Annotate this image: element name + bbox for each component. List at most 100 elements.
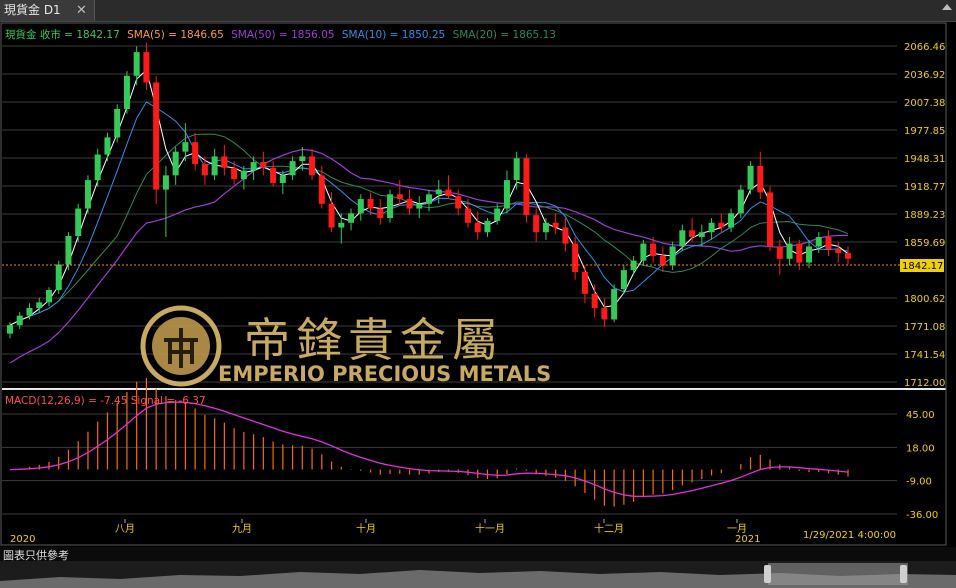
time-tick-label: 十月 [356, 522, 376, 535]
candle-body [474, 222, 481, 233]
candle-body [503, 180, 510, 209]
tab-title: 現貨金 D1 [4, 3, 61, 17]
candle-body [416, 203, 423, 209]
candle-body [84, 180, 91, 209]
current-price-label: 1842.17 [902, 261, 943, 272]
logo-english-name: EMPERIO PRECIOUS METALS [218, 362, 551, 386]
macd-tick-label: 45.00 [906, 410, 935, 421]
candle-body [581, 272, 588, 294]
candle-body [211, 156, 218, 176]
candle-body [757, 165, 764, 193]
price-tick-label: 1800.62 [904, 294, 945, 305]
candle-body [426, 194, 432, 204]
candle-body [396, 194, 403, 200]
candle-body [309, 156, 316, 176]
price-tick-label: 1948.31 [904, 154, 945, 165]
candle-body [387, 194, 394, 219]
candle-body [659, 255, 666, 266]
candle-body [445, 189, 452, 197]
candle-body [114, 108, 121, 138]
candle-body [552, 222, 559, 228]
candle-body [231, 167, 238, 180]
candle-body [835, 249, 842, 254]
candle-body [845, 253, 851, 259]
candle-body [669, 246, 676, 266]
candle-body [406, 199, 413, 209]
price-chart[interactable]: 帝鋒貴金屬 EMPERIO PRECIOUS METALS 1842.17 20… [0, 22, 956, 547]
macd-tick-label: -36.00 [906, 510, 938, 521]
legend-sma5-value: 1846.65 [180, 29, 223, 41]
signal-label: Signal [131, 395, 163, 407]
candle-body [601, 308, 608, 320]
legend-close-eq: = [61, 29, 76, 41]
candle-body [708, 222, 715, 233]
candle-body [270, 167, 277, 183]
candle-body [279, 175, 286, 183]
candle-body [182, 142, 189, 152]
candle-body [16, 315, 23, 326]
tab-chart-spot-gold[interactable]: 現貨金 D1 ✕ [0, 0, 95, 21]
candle-body [620, 270, 627, 290]
candle-body [737, 189, 744, 214]
legend-sma50-eq: = [276, 29, 291, 41]
candle-body [494, 208, 501, 221]
candle-body [572, 243, 579, 273]
candle-body [591, 293, 598, 309]
candle-body [45, 290, 52, 303]
time-tick-label: 九月 [232, 523, 252, 535]
candle-body [133, 52, 140, 76]
legend-close-value: 1842.17 [76, 29, 119, 41]
macd-tick-label: 18.00 [906, 443, 935, 454]
chart-legend: 現貨金 收市 = 1842.17 SMA(5) = 1846.65 SMA(50… [5, 28, 556, 41]
legend-sma50-value: 1856.05 [291, 29, 334, 41]
candle-body [679, 230, 686, 247]
scroll-up-icon[interactable] [942, 4, 952, 10]
candle-body [806, 246, 813, 263]
candle-body [357, 199, 364, 214]
candle-body [75, 208, 82, 237]
time-tick-label: 1/29/2021 4:00:00 [803, 530, 896, 541]
candle-body [367, 199, 374, 209]
candle-body [825, 236, 832, 250]
price-tick-label: 1918.77 [904, 182, 945, 193]
candle-body [718, 222, 725, 228]
legend-sma5-eq: = [165, 29, 180, 41]
time-tick-label: 十二月 [594, 522, 624, 535]
chart-navigator[interactable] [0, 561, 956, 588]
candle-body [299, 156, 306, 162]
time-tick-label: 八月 [115, 523, 135, 535]
navigator-right-handle[interactable] [900, 565, 907, 583]
candle-body [484, 220, 491, 233]
navigator-left-handle[interactable] [764, 565, 771, 583]
legend-close-label: 現貨金 收市 [5, 28, 61, 41]
candle-body [562, 227, 569, 244]
candle-body [123, 75, 130, 109]
candle-body [221, 156, 228, 168]
candle-body [455, 196, 462, 209]
price-tick-label: 2066.46 [904, 42, 945, 53]
candle-body [201, 163, 208, 176]
legend-sma20-label: SMA(20) [453, 29, 497, 41]
legend-sma10-value: 1850.25 [402, 29, 445, 41]
candle-body [348, 213, 355, 223]
price-tick-label: 1977.85 [904, 126, 945, 137]
time-tick-label: 2020 [10, 534, 35, 545]
candle-body [192, 142, 199, 164]
macd-label: MACD(12,26,9) [5, 395, 85, 407]
candle-body [65, 236, 72, 265]
price-tick-label: 1712.00 [904, 378, 945, 389]
candle-body [640, 243, 647, 261]
price-tick-label: 1741.54 [904, 350, 945, 361]
time-tick-label: 2021 [735, 534, 760, 545]
candle-body [328, 203, 335, 228]
candle-body [377, 208, 384, 219]
close-icon[interactable]: ✕ [76, 0, 87, 21]
candle-body [542, 222, 549, 233]
signal-value: -6.37 [179, 395, 206, 407]
candle-body [611, 289, 618, 320]
price-tick-label: 2036.92 [904, 70, 945, 81]
candle-body [533, 215, 540, 233]
navigator-selection[interactable] [768, 563, 908, 585]
macd-tick-label: -9.00 [906, 477, 932, 488]
candle-body [318, 175, 325, 204]
